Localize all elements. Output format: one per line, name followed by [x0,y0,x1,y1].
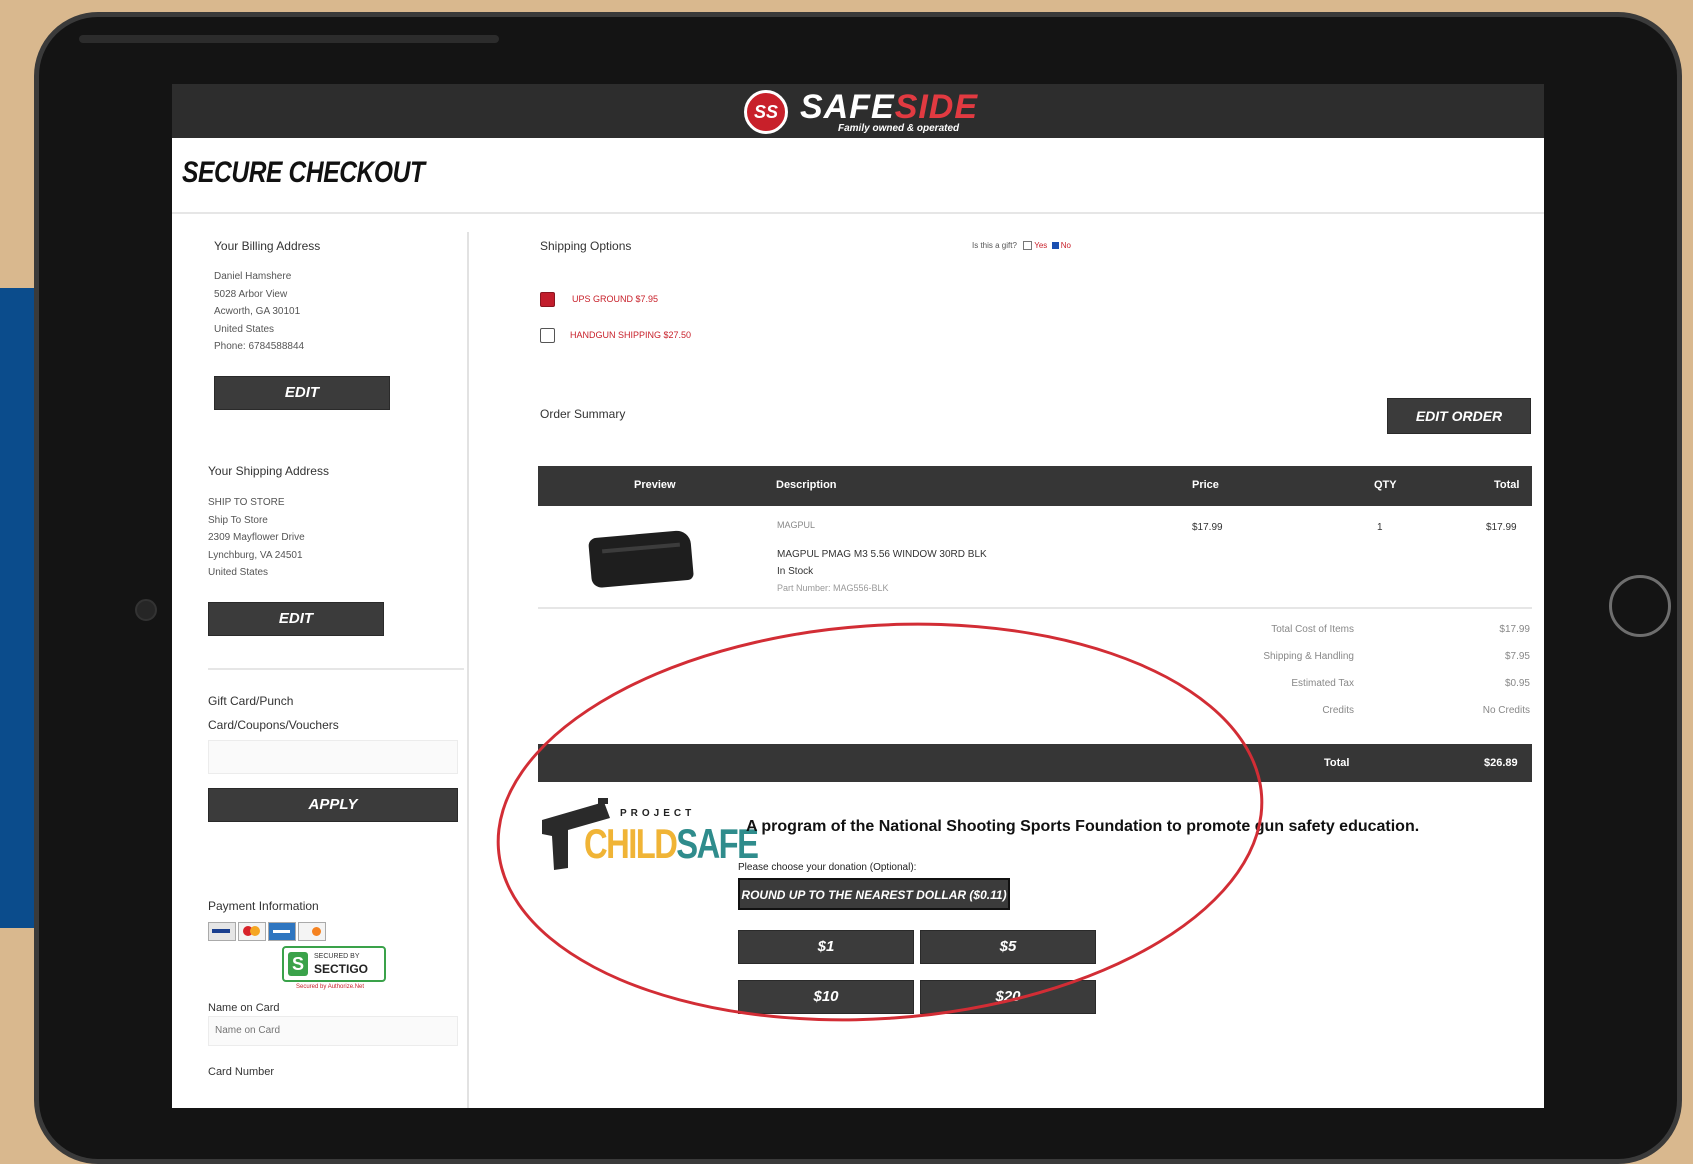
round-up-button[interactable]: ROUND UP TO THE NEAREST DOLLAR ($0.11) [738,878,1010,910]
shipping-line: United States [208,567,269,578]
total-label: Total [1324,757,1350,769]
logo-mark-icon: SS [744,90,788,134]
logo-wordmark: SAFESIDE [800,88,978,127]
name-on-card-input[interactable] [208,1016,458,1046]
site-header: SS SAFESIDE Family owned & operated [172,84,1544,138]
gift-yes-radio[interactable] [1023,241,1033,251]
column-divider [467,232,469,1108]
shipping-options-heading: Shipping Options [540,239,632,253]
shipping-line: Ship To Store [208,514,268,526]
home-button-icon[interactable] [1609,575,1671,637]
section-divider [208,668,464,670]
ups-ground-checkbox[interactable] [540,292,555,307]
gift-card-input[interactable] [208,740,458,774]
gift-question: Is this a gift? Yes No [972,241,1071,251]
col-price: Price [1192,479,1219,491]
product-name[interactable]: MAGPUL PMAG M3 5.56 WINDOW 30RD BLK [777,549,987,560]
discover-card-icon [298,922,326,941]
gift-yes-label: Yes [1034,241,1048,250]
product-total: $17.99 [1486,522,1517,533]
summary-value-shipping: $7.95 [1504,651,1530,662]
handgun-shipping-label[interactable]: HANDGUN SHIPPING $27.50 [570,330,691,340]
order-table-header: Preview Description Price QTY Total [538,466,1532,506]
edit-order-button[interactable]: EDIT ORDER [1387,398,1531,434]
gift-question-text: Is this a gift? [972,241,1017,250]
ups-ground-label[interactable]: UPS GROUND $7.95 [572,294,658,304]
billing-heading: Your Billing Address [214,239,321,253]
amex-card-icon [268,922,296,941]
mastercard-icon [238,922,266,941]
billing-line: 5028 Arbor View [214,288,288,300]
donation-program-text: A program of the National Shooting Sport… [746,818,1420,835]
logo-word-side: SIDE [894,88,979,126]
billing-line: Daniel Hamshere [214,271,292,282]
sectigo-shield-icon: S [288,952,308,976]
summary-value-credits: No Credits [1482,705,1530,716]
summary-label-items: Total Cost of Items [1271,624,1354,635]
order-summary-heading: Order Summary [540,407,626,421]
product-stock: In Stock [777,566,814,577]
gift-card-label: Gift Card/Punch [208,694,294,708]
billing-line: Acworth, GA 30101 [214,306,301,317]
page-title: SECURE CHECKOUT [182,156,425,189]
shipping-address-heading: Your Shipping Address [208,464,329,478]
card-number-label: Card Number [208,1066,275,1078]
sectigo-text: SECTIGO [314,962,369,976]
tablet-gloss [79,35,499,43]
col-total: Total [1494,479,1520,491]
product-price: $17.99 [1192,522,1223,533]
summary-label-credits: Credits [1322,705,1354,716]
billing-line: Phone: 6784588844 [214,341,305,352]
gift-card-label-line2: Card/Coupons/Vouchers [208,718,339,732]
childsafe-child-text: CHILD [584,820,678,867]
product-part-number: Part Number: MAG556-BLK [777,583,889,593]
shipping-address: SHIP TO STORE Ship To Store 2309 Mayflower… [208,494,305,582]
title-divider [172,212,1544,214]
logo-tagline: Family owned & operated [838,123,960,134]
summary-label-tax: Estimated Tax [1291,678,1354,689]
checkout-screen: SS SAFESIDE Family owned & operated SECU… [172,84,1544,1108]
billing-address: Daniel Hamshere 5028 Arbor View Acworth, G… [214,268,304,356]
summary-label-shipping: Shipping & Handling [1263,651,1354,662]
camera-icon [135,599,157,621]
visa-card-icon [208,922,236,941]
shipping-line: SHIP TO STORE [208,497,285,508]
logo-word-safe: SAFE [800,88,895,126]
product-brand: MAGPUL [777,520,816,530]
edit-shipping-button[interactable]: EDIT [208,602,384,636]
sectigo-badge[interactable]: S SECURED BY SECTIGO [282,946,386,982]
col-qty: QTY [1374,479,1397,491]
childsafe-project-text: PROJECT [620,808,696,819]
gift-no-radio[interactable] [1051,242,1059,250]
childsafe-logo: CHILDSAFE [584,820,759,868]
summary-value-tax: $0.95 [1504,678,1530,689]
handgun-shipping-checkbox[interactable] [540,328,555,343]
donation-prompt: Please choose your donation (Optional): [738,862,917,873]
donate-20-button[interactable]: $20 [920,980,1096,1014]
billing-line: United States [214,323,275,335]
order-total-bar: Total $26.89 [538,744,1532,782]
secured-by-text: SECURED BY [314,953,360,960]
edit-billing-button[interactable]: EDIT [214,376,390,410]
payment-heading: Payment Information [208,899,319,913]
product-image[interactable] [588,529,694,589]
name-on-card-label: Name on Card [208,1002,280,1014]
gift-no-label: No [1060,241,1071,250]
shipping-line: 2309 Mayflower Drive [208,532,305,543]
total-value: $26.89 [1484,757,1518,769]
table-divider [538,607,1532,609]
safeside-logo[interactable]: SS SAFESIDE Family owned & operated [744,88,1014,136]
product-qty: 1 [1377,522,1383,533]
col-description: Description [776,479,837,491]
apply-button[interactable]: APPLY [208,788,458,822]
donate-10-button[interactable]: $10 [738,980,914,1014]
summary-value-items: $17.99 [1499,624,1530,635]
donate-5-button[interactable]: $5 [920,930,1096,964]
secured-sub-text: Secured by Authorize.Net [296,984,365,990]
col-preview: Preview [634,479,676,491]
donate-1-button[interactable]: $1 [738,930,914,964]
shipping-line: Lynchburg, VA 24501 [208,549,303,561]
